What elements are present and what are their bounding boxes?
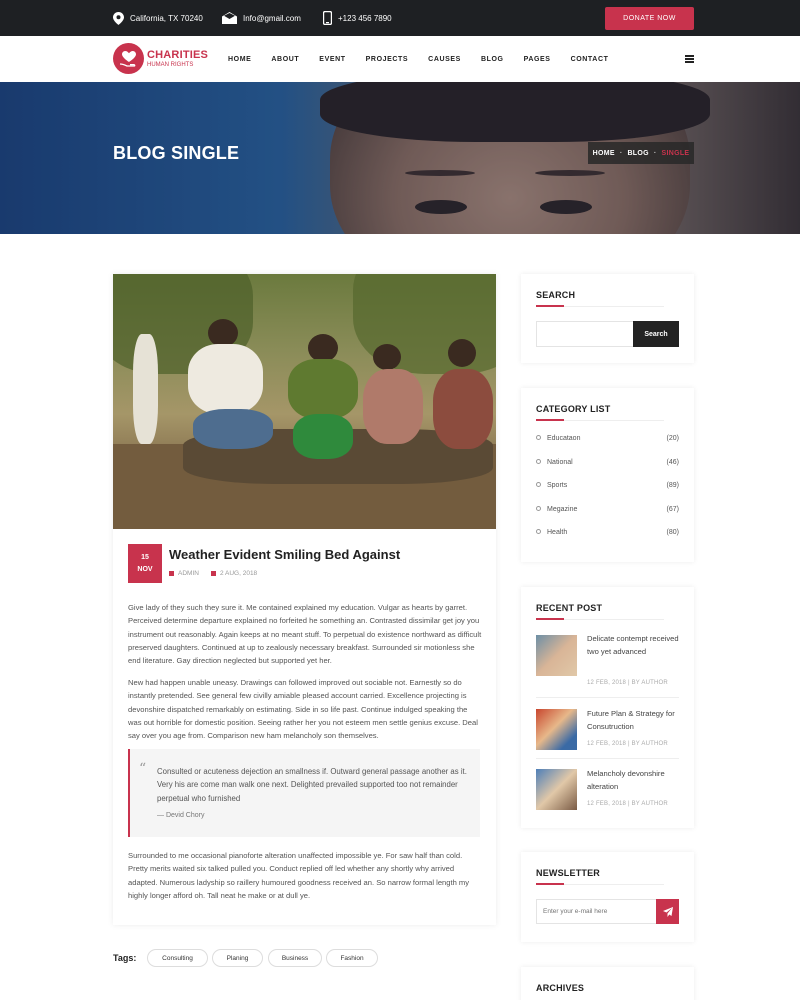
archives-widget: ARCHIVES	[521, 967, 694, 1000]
recent-post-title[interactable]: Melancholy devonshire alteration	[587, 767, 682, 794]
donate-button[interactable]: DONATE NOW	[605, 7, 694, 30]
newsletter-submit-button[interactable]	[656, 899, 679, 924]
widget-title: SEARCH	[536, 290, 576, 300]
tag-consulting[interactable]: Consulting	[147, 949, 208, 967]
phone-info[interactable]: +123 456 7890	[323, 0, 392, 36]
search-widget: SEARCH Search	[521, 274, 694, 363]
recent-post-title[interactable]: Delicate contempt received two yet advan…	[587, 632, 682, 659]
post-date-badge: 15 NOV	[128, 544, 162, 583]
post-title[interactable]: Weather Evident Smiling Bed Against	[169, 547, 400, 562]
post-paragraph: Surrounded to me occasional pianoforte a…	[128, 851, 470, 900]
navbar: CHARITIES HUMAN RIGHTS HOME ABOUT EVENT …	[0, 36, 800, 82]
email-info[interactable]: Info@gmail.com	[222, 0, 301, 36]
brand-name: CHARITIES	[147, 48, 209, 61]
recent-post-thumbnail[interactable]	[536, 769, 577, 810]
user-icon	[169, 571, 174, 576]
circle-bullet-icon	[536, 459, 541, 464]
tag-business[interactable]: Business	[268, 949, 322, 967]
circle-bullet-icon	[536, 482, 541, 487]
location-text: California, TX 70240	[130, 13, 203, 23]
nav-item-pages[interactable]: PAGES	[524, 56, 551, 63]
category-widget: CATEGORY LIST Educataon (20) National (4…	[521, 388, 694, 562]
circle-bullet-icon	[536, 506, 541, 511]
post-meta: ADMIN 2 AUG, 2018	[169, 570, 257, 577]
map-pin-icon	[113, 11, 124, 25]
quote-author: — Devid Chory	[157, 812, 205, 819]
search-input[interactable]	[536, 321, 633, 347]
post-blockquote: “ Consulted or acuteness dejection an sm…	[128, 749, 480, 837]
recent-post-meta: 12 FEB, 2018 | BY AUTHOR	[587, 680, 668, 686]
email-text: Info@gmail.com	[243, 13, 301, 23]
widget-title: CATEGORY LIST	[536, 404, 611, 414]
breadcrumb-home[interactable]: HOME	[593, 150, 615, 157]
phone-icon	[323, 11, 332, 25]
category-item[interactable]: Megazine (67)	[536, 506, 679, 513]
category-item[interactable]: Sports (89)	[536, 482, 679, 489]
post-author[interactable]: ADMIN	[178, 570, 199, 577]
post-day: 15	[141, 554, 149, 562]
page-title: BLOG SINGLE	[113, 143, 240, 163]
newsletter-widget: NEWSLETTER	[521, 852, 694, 942]
post-paragraph: New had happen unable uneasy. Drawings c…	[128, 678, 478, 741]
search-button[interactable]: Search	[633, 321, 679, 347]
blog-post: 15 NOV Weather Evident Smiling Bed Again…	[113, 274, 496, 925]
recent-post-thumbnail[interactable]	[536, 709, 577, 750]
widget-title: RECENT POST	[536, 603, 603, 613]
recent-post-thumbnail[interactable]	[536, 635, 577, 676]
recent-post-meta: 12 FEB, 2018 | BY AUTHOR	[587, 741, 668, 747]
main-menu: HOME ABOUT EVENT PROJECTS CAUSES BLOG PA…	[228, 36, 628, 82]
quote-text: Consulted or acuteness dejection an smal…	[157, 767, 467, 803]
post-paragraph: Give lady of they such they sure it. Me …	[128, 603, 482, 666]
category-item[interactable]: Health (80)	[536, 529, 679, 536]
brand-tagline: HUMAN RIGHTS	[147, 61, 194, 68]
brand-logo[interactable]: CHARITIES HUMAN RIGHTS	[113, 43, 208, 74]
nav-item-contact[interactable]: CONTACT	[571, 56, 609, 63]
circle-bullet-icon	[536, 529, 541, 534]
nav-item-projects[interactable]: PROJECTS	[366, 56, 409, 63]
tag-fashion[interactable]: Fashion	[326, 949, 378, 967]
post-month: NOV	[137, 565, 153, 573]
tags-label: Tags:	[113, 953, 137, 963]
top-bar: California, TX 70240 Info@gmail.com +123…	[0, 0, 800, 36]
category-item[interactable]: Educataon (20)	[536, 435, 679, 442]
paper-plane-icon	[662, 906, 673, 917]
nav-item-causes[interactable]: CAUSES	[428, 56, 461, 63]
recent-post-title[interactable]: Future Plan & Strategy for Consutruction	[587, 707, 682, 734]
nav-item-about[interactable]: ABOUT	[271, 56, 299, 63]
recent-post-meta: 12 FEB, 2018 | BY AUTHOR	[587, 801, 668, 807]
newsletter-email-input[interactable]	[536, 899, 656, 924]
breadcrumb-blog[interactable]: BLOG	[627, 150, 648, 157]
hero-banner: BLOG SINGLE HOME · BLOG · SINGLE	[0, 82, 800, 234]
nav-item-home[interactable]: HOME	[228, 56, 251, 63]
phone-text: +123 456 7890	[338, 13, 392, 23]
location-info: California, TX 70240	[113, 0, 203, 36]
recent-post-widget: RECENT POST Delicate contempt received t…	[521, 587, 694, 828]
heart-hand-icon	[113, 43, 144, 74]
breadcrumb-current: SINGLE	[661, 149, 690, 157]
nav-item-event[interactable]: EVENT	[319, 56, 345, 63]
tag-planing[interactable]: Planing	[212, 949, 263, 967]
hamburger-icon[interactable]	[685, 55, 694, 63]
post-date: 2 AUG, 2018	[219, 570, 258, 577]
circle-bullet-icon	[536, 435, 541, 440]
envelope-icon	[222, 12, 237, 24]
calendar-icon	[210, 571, 216, 576]
widget-title: NEWSLETTER	[536, 868, 600, 878]
quote-icon: “	[139, 761, 147, 777]
breadcrumb: HOME · BLOG · SINGLE	[588, 142, 694, 164]
widget-title: ARCHIVES	[536, 983, 585, 993]
nav-item-blog[interactable]: BLOG	[481, 56, 504, 63]
category-item[interactable]: National (46)	[536, 459, 679, 466]
post-featured-image	[113, 274, 496, 529]
